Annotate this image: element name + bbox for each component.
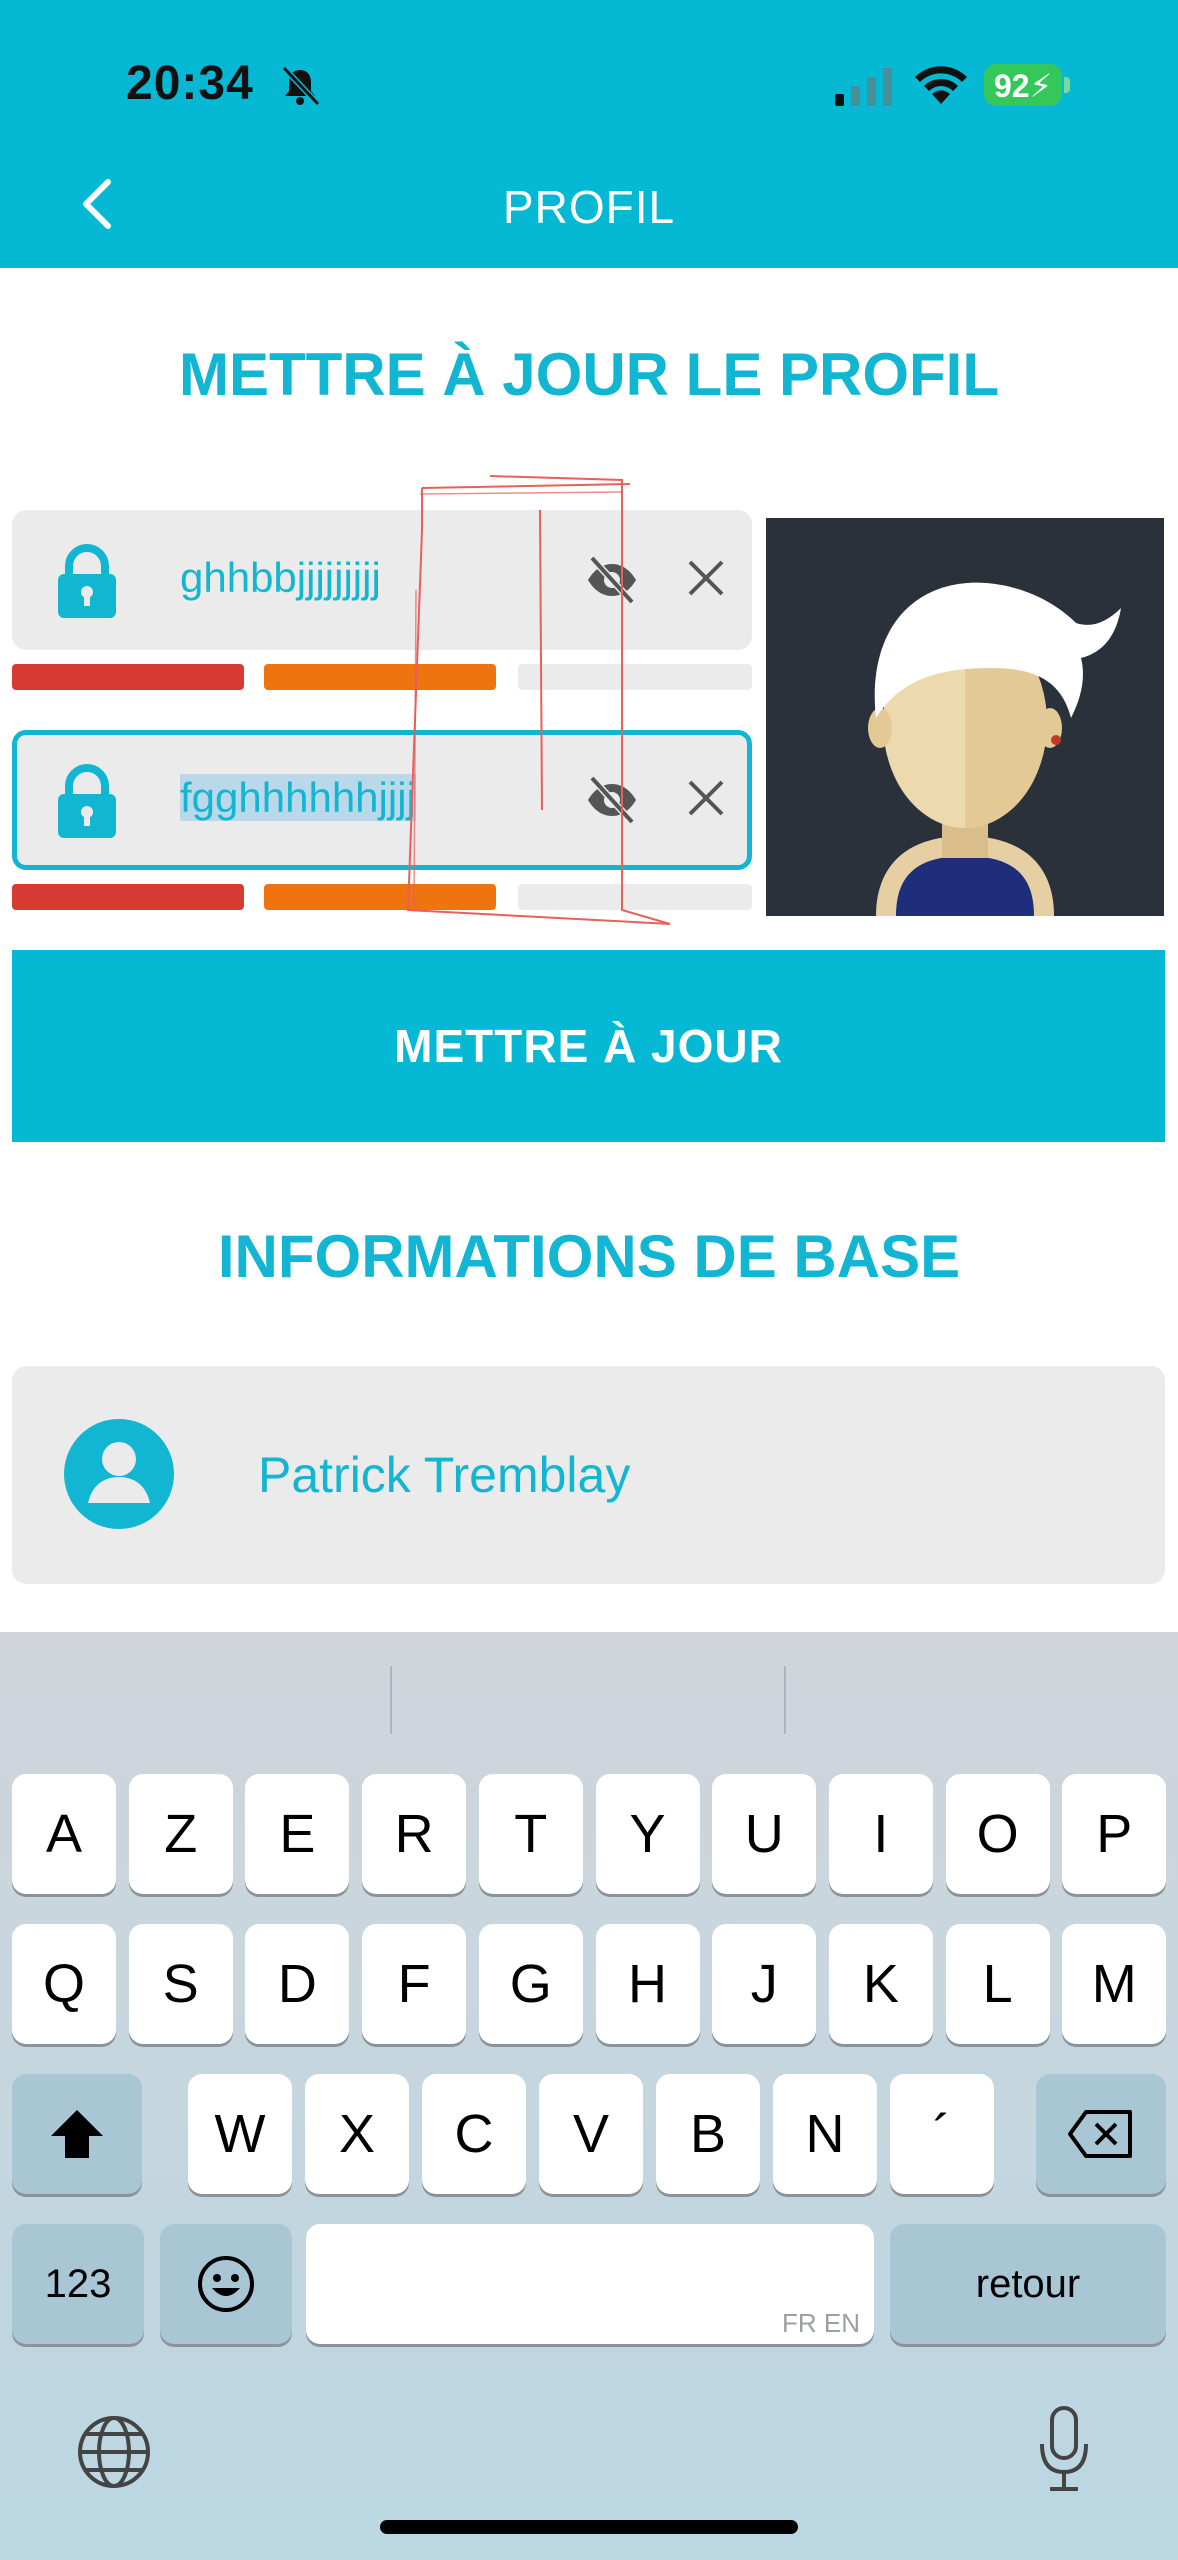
key-accent[interactable]: ´ xyxy=(890,2074,994,2194)
selected-text: fgghhhhhhjjjj xyxy=(180,774,416,821)
lock-icon xyxy=(58,764,116,838)
key-x[interactable]: X xyxy=(305,2074,409,2194)
clear-icon[interactable] xyxy=(684,556,728,600)
avatar-illustration xyxy=(766,518,1164,916)
key-f[interactable]: F xyxy=(362,1924,467,2044)
key-e[interactable]: E xyxy=(245,1774,350,1894)
key-b[interactable]: B xyxy=(656,2074,760,2194)
microphone-icon[interactable] xyxy=(1034,2404,1094,2494)
numbers-key[interactable]: 123 xyxy=(12,2224,144,2344)
strength-segment-strong xyxy=(518,664,752,690)
backspace-key[interactable] xyxy=(1036,2074,1166,2194)
shift-icon xyxy=(51,2110,103,2158)
key-a[interactable]: A xyxy=(12,1774,116,1894)
key-w[interactable]: W xyxy=(188,2074,292,2194)
eye-slash-icon[interactable] xyxy=(586,554,638,606)
key-v[interactable]: V xyxy=(539,2074,643,2194)
key-p[interactable]: P xyxy=(1062,1774,1167,1894)
profile-avatar[interactable] xyxy=(766,518,1164,916)
suggestion-divider xyxy=(784,1666,786,1734)
key-k[interactable]: K xyxy=(828,1924,933,2044)
confirm-password-field[interactable]: fgghhhhhhjjjj xyxy=(12,730,752,870)
confirm-password-value[interactable]: fgghhhhhhjjjj xyxy=(180,774,416,822)
space-language-label: FR EN xyxy=(782,2308,860,2338)
emoji-key[interactable] xyxy=(160,2224,292,2344)
key-t[interactable]: T xyxy=(478,1774,583,1894)
key-s[interactable]: S xyxy=(128,1924,233,2044)
key-o[interactable]: O xyxy=(945,1774,1050,1894)
strength-segment-medium xyxy=(264,664,496,690)
key-g[interactable]: G xyxy=(478,1924,583,2044)
page-title: PROFIL xyxy=(502,181,676,233)
update-button[interactable]: METTRE À JOUR xyxy=(12,950,1165,1142)
key-l[interactable]: L xyxy=(945,1924,1050,2044)
clear-icon[interactable] xyxy=(684,776,728,820)
key-m[interactable]: M xyxy=(1062,1924,1167,2044)
user-name: Patrick Tremblay xyxy=(258,1447,631,1503)
globe-icon[interactable] xyxy=(74,2412,154,2492)
cellular-signal-icon xyxy=(835,68,892,106)
suggestion-divider xyxy=(390,1666,392,1734)
key-u[interactable]: U xyxy=(712,1774,817,1894)
key-q[interactable]: Q xyxy=(12,1924,116,2044)
strength-segment-strong xyxy=(518,884,752,910)
home-indicator xyxy=(380,2520,798,2534)
wifi-icon xyxy=(915,66,967,104)
eye-slash-icon[interactable] xyxy=(586,774,638,826)
shift-key[interactable] xyxy=(12,2074,142,2194)
header-bar: 20:34 92⚡ PROFIL xyxy=(0,0,1178,268)
strength-segment-weak xyxy=(12,884,244,910)
key-h[interactable]: H xyxy=(595,1924,700,2044)
update-profile-heading: METTRE À JOUR LE PROFIL xyxy=(178,341,1000,408)
status-time: 20:34 xyxy=(126,57,254,110)
password-value[interactable]: ghhbbjjjjjjjjj xyxy=(180,554,381,602)
emoji-icon xyxy=(198,2256,254,2312)
key-z[interactable]: Z xyxy=(128,1774,233,1894)
basic-info-heading: INFORMATIONS DE BASE xyxy=(217,1223,961,1290)
space-bar[interactable]: FR EN xyxy=(306,2224,874,2344)
password-field[interactable]: ghhbbjjjjjjjjj xyxy=(12,510,752,650)
user-icon xyxy=(64,1419,174,1529)
key-r[interactable]: R xyxy=(362,1774,467,1894)
strength-segment-weak xyxy=(12,664,244,690)
key-j[interactable]: J xyxy=(712,1924,817,2044)
battery-level: 92⚡ xyxy=(993,68,1053,104)
name-field[interactable]: Patrick Tremblay xyxy=(12,1366,1165,1584)
backspace-icon xyxy=(1068,2110,1132,2158)
battery-indicator: 92⚡ xyxy=(984,64,1070,106)
key-n[interactable]: N xyxy=(773,2074,877,2194)
strength-segment-medium xyxy=(264,884,496,910)
key-d[interactable]: D xyxy=(245,1924,350,2044)
bell-slash-icon xyxy=(281,65,321,107)
key-c[interactable]: C xyxy=(422,2074,526,2194)
key-i[interactable]: I xyxy=(828,1774,933,1894)
return-key[interactable]: retour xyxy=(890,2224,1166,2344)
key-y[interactable]: Y xyxy=(595,1774,700,1894)
lock-icon xyxy=(58,544,116,618)
